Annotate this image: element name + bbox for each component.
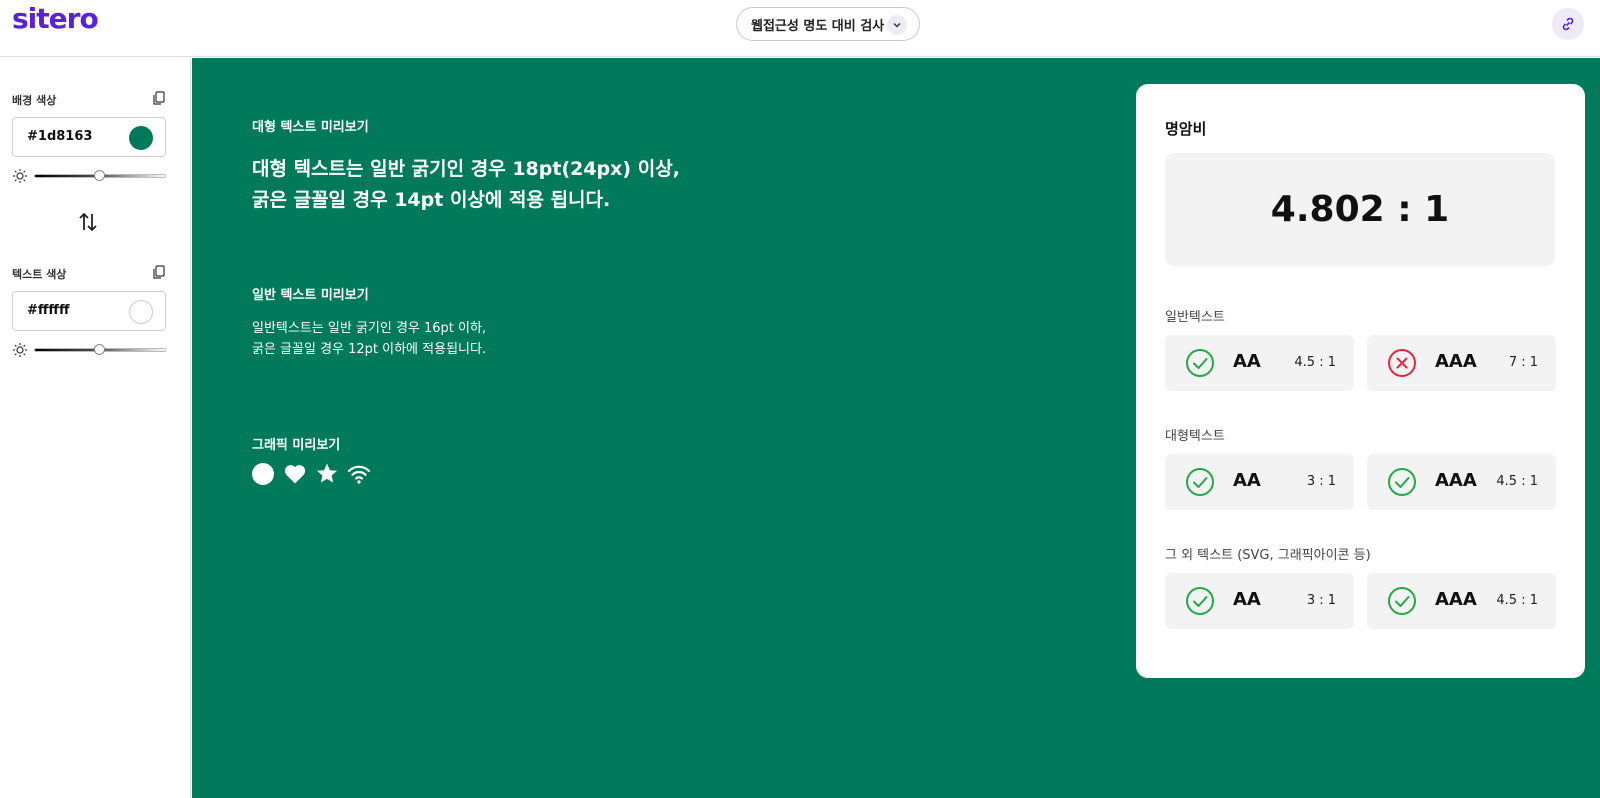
normal-text-line: 굵은 글꼴일 경우 12pt 이하에 적용됩니다. [252,342,487,357]
large-text-sample: 대형 텍스트는 일반 굵기인 경우 18pt(24px) 이상, 굵은 글꼴일 … [252,154,692,216]
level-label: AAA [1435,589,1477,610]
brightness-thumb[interactable] [94,344,105,355]
large-text-heading: 대형 텍스트 미리보기 [252,120,369,135]
text-color-swatch[interactable] [129,300,153,324]
star-icon [317,463,337,483]
contrast-ratio-box: 4.802 : 1 [1165,153,1555,266]
background-brightness-slider[interactable] [12,168,166,184]
brightness-icon [13,343,27,357]
fail-x-icon [1388,349,1416,377]
normal-text-heading: 일반 텍스트 미리보기 [252,288,369,303]
brightness-icon [13,169,27,183]
other-text-group-label: 그 외 텍스트 (SVG, 그래픽아이콘 등) [1165,548,1371,563]
pass-check-icon [1388,587,1416,615]
large-text-group-label: 대형텍스트 [1165,429,1225,444]
pass-check-icon [1186,349,1214,377]
required-ratio: 3 : 1 [1306,474,1336,489]
swap-colors-icon[interactable] [76,210,100,234]
required-ratio: 7 : 1 [1508,355,1538,370]
required-ratio: 4.5 : 1 [1496,474,1538,489]
large-text-line: 대형 텍스트는 일반 굵기인 경우 18pt(24px) 이상, [252,158,680,180]
pass-check-icon [1388,468,1416,496]
normal-text-line: 일반텍스트는 일반 굵기인 경우 16pt 이하, [252,321,487,336]
level-label: AAA [1435,351,1477,372]
pass-check-icon [1186,587,1214,615]
background-color-value: #1d8163 [27,129,93,144]
text-color-field[interactable]: #ffffff [12,291,166,331]
chevron-down-icon [887,15,907,35]
share-link-button[interactable] [1552,8,1584,40]
level-label: AA [1233,351,1261,372]
level-label: AA [1233,470,1261,491]
tool-select-label: 웹접근성 명도 대비 검사 [751,18,885,34]
tool-select[interactable]: 웹접근성 명도 대비 검사 [736,7,920,41]
link-icon [1562,17,1574,31]
logo[interactable]: sitero [12,2,99,35]
other-aa-badge: AA 3 : 1 [1165,573,1354,629]
text-brightness-slider[interactable] [12,342,166,358]
graphic-icons [251,462,371,486]
background-color-swatch[interactable] [129,126,153,150]
normal-text-group-label: 일반텍스트 [1165,310,1225,325]
app-header: sitero 웹접근성 명도 대비 검사 [0,0,1600,57]
other-aaa-badge: AAA 4.5 : 1 [1367,573,1556,629]
normal-aaa-badge: AAA 7 : 1 [1367,335,1556,391]
text-color-value: #ffffff [27,303,70,318]
wifi-icon [347,465,371,484]
text-color-label: 텍스트 색상 [12,268,67,281]
brightness-thumb[interactable] [94,170,105,181]
copy-icon[interactable] [151,90,167,106]
normal-text-sample: 일반텍스트는 일반 굵기인 경우 16pt 이하, 굵은 글꼴일 경우 12pt… [252,318,632,360]
contrast-ratio-value: 4.802 : 1 [1270,189,1450,230]
graphic-heading: 그래픽 미리보기 [252,438,341,453]
heart-icon [284,465,306,484]
large-text-line: 굵은 글꼴일 경우 14pt 이상에 적용 됩니다. [252,189,611,211]
large-aaa-badge: AAA 4.5 : 1 [1367,454,1556,510]
pass-check-icon [1186,468,1214,496]
level-label: AA [1233,589,1261,610]
background-color-field[interactable]: #1d8163 [12,117,166,157]
required-ratio: 4.5 : 1 [1294,355,1336,370]
contrast-title: 명암비 [1165,120,1207,138]
large-aa-badge: AA 3 : 1 [1165,454,1354,510]
background-color-label: 배경 색상 [12,94,57,107]
normal-aa-badge: AA 4.5 : 1 [1165,335,1354,391]
required-ratio: 3 : 1 [1306,593,1336,608]
circle-icon [252,463,274,485]
copy-icon[interactable] [151,264,167,280]
level-label: AAA [1435,470,1477,491]
contrast-result-card: 명암비 4.802 : 1 일반텍스트 AA 4.5 : 1 AAA 7 : 1… [1136,84,1585,678]
required-ratio: 4.5 : 1 [1496,593,1538,608]
sidebar: 배경 색상 #1d8163 텍스트 색상 #ffffff [0,58,191,798]
